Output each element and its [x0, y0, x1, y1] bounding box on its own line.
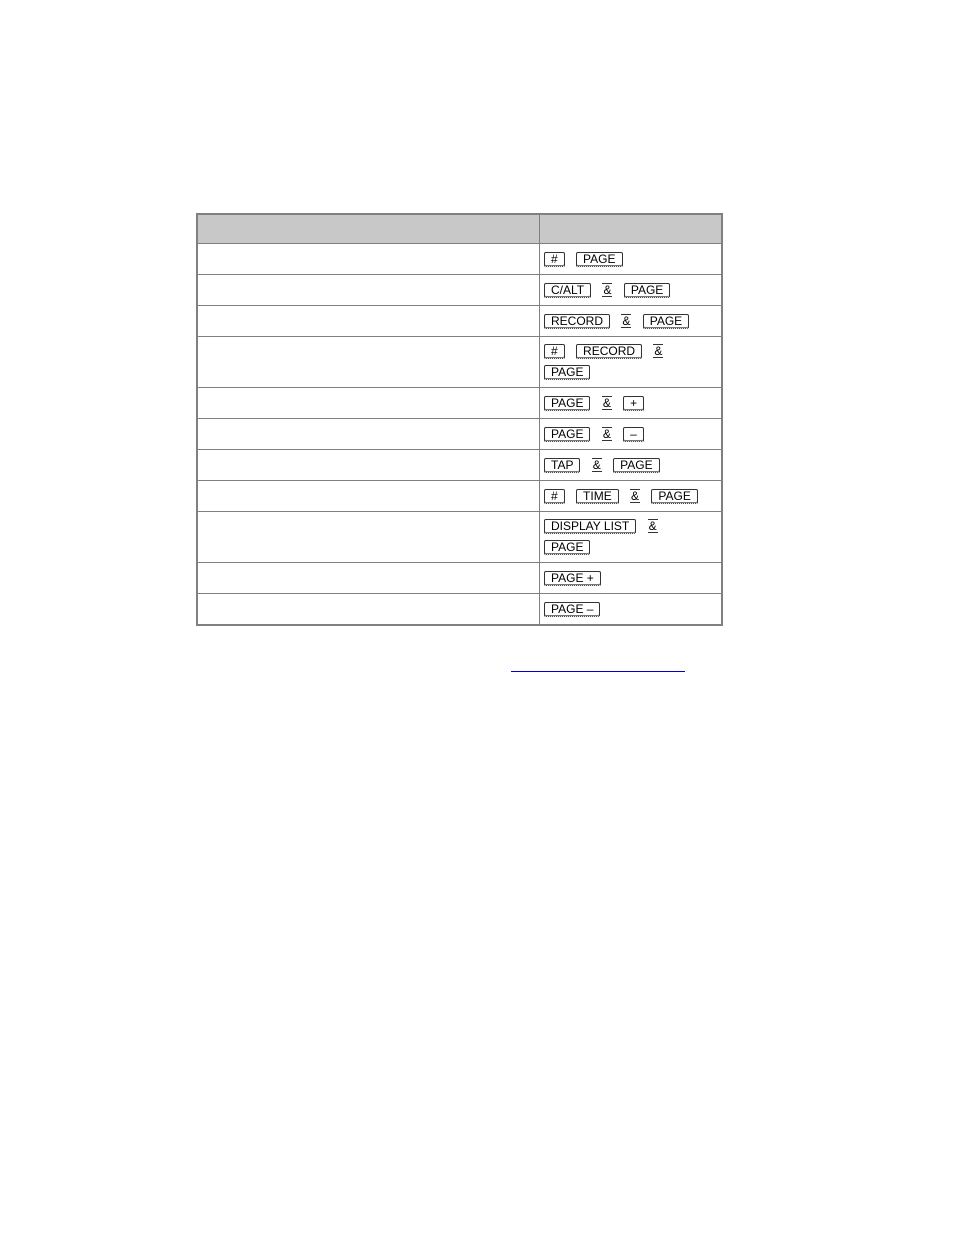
- key-cap: PAGE: [544, 540, 591, 555]
- table-row: PAGE –: [196, 593, 723, 626]
- row-keys: TAP & PAGE: [539, 449, 723, 481]
- and-symbol: &: [630, 488, 641, 503]
- row-description: [196, 449, 540, 481]
- header-keys: [539, 213, 723, 244]
- key-cap: TIME: [576, 488, 619, 504]
- key-cap: +: [623, 395, 645, 411]
- key-cap: PAGE: [651, 488, 698, 504]
- table-row: C/ALT & PAGE: [196, 274, 723, 306]
- key-cap: TAP: [544, 457, 581, 473]
- row-keys: # RECORD & PAGE: [539, 336, 723, 388]
- table-row: PAGE +: [196, 562, 723, 594]
- row-description: [196, 336, 540, 388]
- key-sequence-table: # PAGE C/ALT & PAGE RECORD & PAGE # RECO…: [196, 213, 723, 626]
- table-row: TAP & PAGE: [196, 449, 723, 481]
- key-cap: RECORD: [576, 344, 643, 359]
- and-symbol: &: [653, 344, 664, 358]
- table-row: DISPLAY LIST & PAGE: [196, 511, 723, 563]
- and-symbol: &: [601, 426, 612, 441]
- and-symbol: &: [591, 457, 602, 472]
- row-description: [196, 387, 540, 419]
- table-row: # RECORD & PAGE: [196, 336, 723, 388]
- key-cap: PAGE: [642, 313, 690, 329]
- row-keys: PAGE & +: [539, 387, 723, 419]
- key-cap: PAGE: [544, 365, 591, 380]
- and-symbol: &: [602, 282, 613, 297]
- row-description: [196, 480, 540, 512]
- row-description: [196, 305, 540, 337]
- row-description: [196, 243, 540, 275]
- table-header-row: [196, 213, 723, 244]
- key-cap: DISPLAY LIST: [544, 519, 637, 534]
- table-row: PAGE & +: [196, 387, 723, 419]
- table-row: # TIME & PAGE: [196, 480, 723, 512]
- row-keys: PAGE –: [539, 593, 723, 626]
- key-cap: PAGE: [544, 426, 591, 442]
- key-cap: PAGE: [544, 395, 591, 411]
- header-description: [196, 213, 540, 244]
- key-cap: C/ALT: [544, 282, 592, 298]
- row-description: [196, 562, 540, 594]
- table-row: PAGE & –: [196, 418, 723, 450]
- and-symbol: &: [647, 519, 658, 533]
- key-cap: PAGE –: [544, 601, 601, 617]
- key-cap: #: [544, 251, 565, 267]
- row-description: [196, 593, 540, 626]
- and-symbol: &: [621, 313, 632, 328]
- and-symbol: &: [601, 395, 612, 410]
- row-keys: RECORD & PAGE: [539, 305, 723, 337]
- row-description: [196, 274, 540, 306]
- key-cap: #: [544, 488, 565, 504]
- key-cap: PAGE: [613, 457, 660, 473]
- row-keys: C/ALT & PAGE: [539, 274, 723, 306]
- row-description: [196, 418, 540, 450]
- row-keys: # TIME & PAGE: [539, 480, 723, 512]
- footer-link[interactable]: [511, 658, 685, 672]
- row-keys: # PAGE: [539, 243, 723, 275]
- row-description: [196, 511, 540, 563]
- table-row: RECORD & PAGE: [196, 305, 723, 337]
- key-cap: PAGE: [623, 282, 671, 298]
- key-cap: RECORD: [544, 313, 611, 329]
- key-cap: #: [544, 344, 565, 359]
- row-keys: PAGE & –: [539, 418, 723, 450]
- key-cap: PAGE: [576, 251, 623, 267]
- row-keys: PAGE +: [539, 562, 723, 594]
- table-row: # PAGE: [196, 243, 723, 275]
- key-cap: PAGE +: [544, 570, 601, 586]
- row-keys: DISPLAY LIST & PAGE: [539, 511, 723, 563]
- key-cap: –: [623, 426, 644, 442]
